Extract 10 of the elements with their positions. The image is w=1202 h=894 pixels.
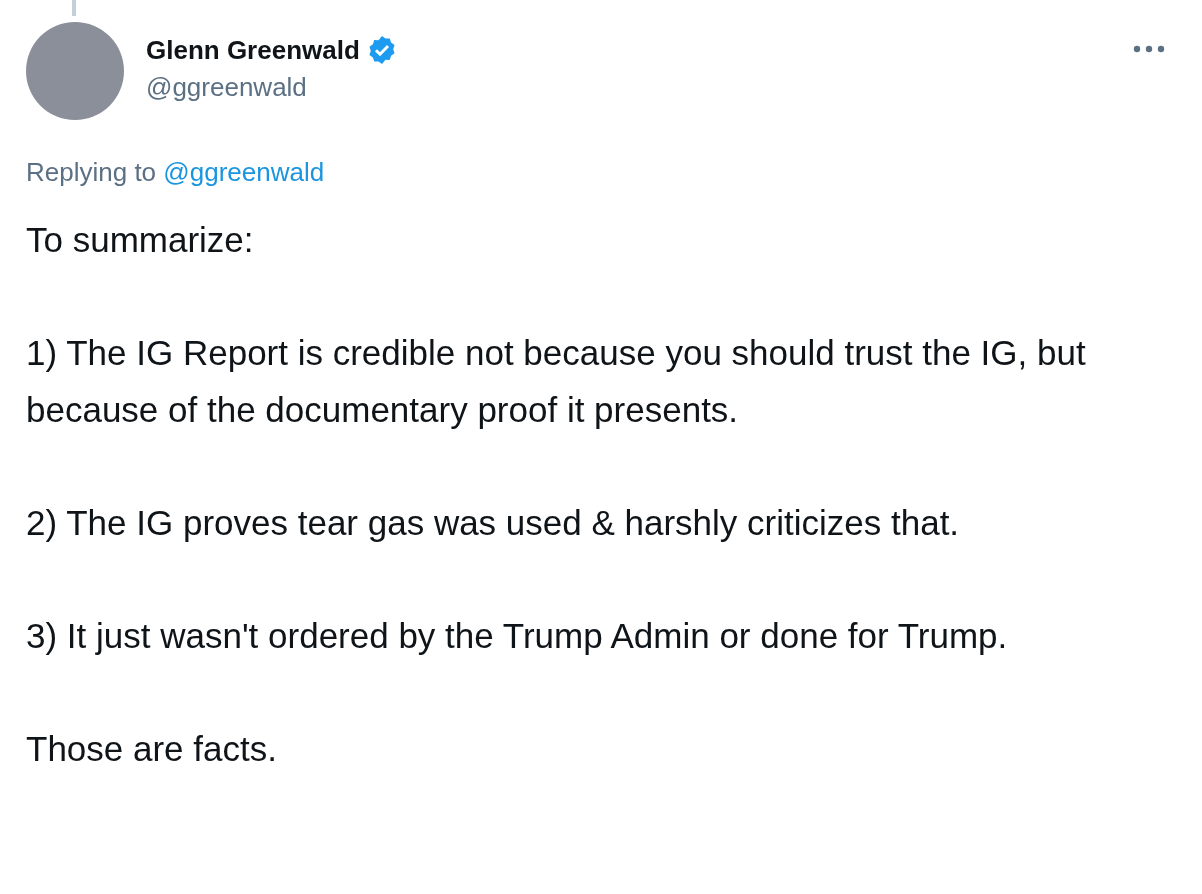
tweet-paragraph: 2) The IG proves tear gas was used & harshly criticizes that. [26,501,961,544]
tweet-paragraph: Those are facts. [26,727,278,770]
replying-to-text: Replying to @ggreenwald [26,156,326,189]
reply-handle-link[interactable]: @ggreenwald [163,157,325,187]
tweet-paragraph: To summarize: [26,219,255,261]
more-options-icon[interactable] [1132,44,1166,54]
author-handle[interactable]: @ggreenwald [146,68,1110,106]
tweet-paragraph: 1) The IG Report is credible not because you should trust the IG, but because of the documentary proof it presents. [26,332,1087,431]
author-name[interactable]: Glenn Greenwald [146,32,360,68]
tweet-paragraph: 3) It just wasn't ordered by the Trump Admin or done for Trump. [26,614,1009,657]
